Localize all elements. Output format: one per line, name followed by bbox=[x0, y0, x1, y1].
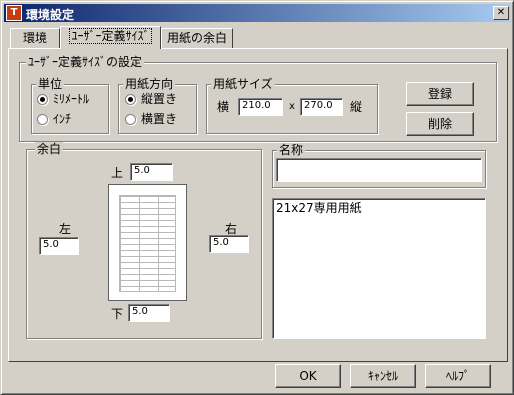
paper-preview-grid bbox=[119, 195, 176, 292]
margin-top-field[interactable]: 5.0 bbox=[130, 163, 173, 181]
group-title: 用紙方向 bbox=[123, 77, 176, 91]
unit-mm-label: ﾐﾘﾒｰﾄﾙ bbox=[53, 92, 90, 106]
names-list[interactable]: 21x27専用用紙 bbox=[272, 198, 486, 339]
close-button[interactable]: ✕ bbox=[493, 6, 509, 20]
settings-dialog: T 環境設定 ✕ 環境 ﾕｰｻﾞｰ定義ｻｲｽﾞ 用紙の余白 ﾕｰｻﾞｰ定義ｻｲｽ… bbox=[0, 0, 514, 395]
ok-button[interactable]: OK bbox=[275, 364, 341, 388]
tab-label: 環境 bbox=[22, 31, 47, 45]
margin-right-field[interactable]: 5.0 bbox=[209, 235, 249, 253]
unit-mm-radio[interactable] bbox=[37, 94, 48, 105]
app-icon: T bbox=[6, 5, 22, 21]
group-title: 名称 bbox=[277, 143, 306, 157]
paper-preview bbox=[108, 184, 187, 301]
paper-size-separator: x bbox=[289, 101, 295, 112]
name-input[interactable] bbox=[276, 158, 482, 182]
paper-width-field[interactable]: 210.0 bbox=[238, 98, 283, 116]
margin-top-label: 上 bbox=[111, 166, 124, 180]
help-button[interactable]: ﾍﾙﾌﾟ bbox=[425, 364, 491, 388]
register-button[interactable]: 登録 bbox=[406, 82, 474, 106]
orientation-portrait-label: 縦置き bbox=[141, 92, 178, 106]
margin-bottom-field[interactable]: 5.0 bbox=[128, 304, 170, 322]
tab-environment[interactable]: 環境 bbox=[10, 28, 60, 48]
group-title: 単位 bbox=[36, 77, 65, 91]
paper-height-field[interactable]: 270.0 bbox=[300, 98, 343, 116]
paper-height-label: 縦 bbox=[350, 100, 363, 114]
tab-paper-margins[interactable]: 用紙の余白 bbox=[161, 28, 233, 48]
paper-width-label: 横 bbox=[217, 100, 230, 114]
margin-bottom-label: 下 bbox=[111, 307, 124, 321]
margin-left-label: 左 bbox=[59, 222, 72, 236]
window-title: 環境設定 bbox=[26, 8, 75, 22]
tab-label: ﾕｰｻﾞｰ定義ｻｲｽﾞ bbox=[69, 28, 152, 44]
margin-right-label: 右 bbox=[225, 222, 238, 236]
margin-left-field[interactable]: 5.0 bbox=[39, 237, 79, 255]
orientation-landscape-radio[interactable] bbox=[125, 114, 136, 125]
tab-label: 用紙の余白 bbox=[166, 31, 227, 45]
orientation-portrait-radio[interactable] bbox=[125, 94, 136, 105]
list-item[interactable]: 21x27専用用紙 bbox=[276, 200, 485, 216]
unit-inch-radio[interactable] bbox=[37, 114, 48, 125]
group-title: ﾕｰｻﾞｰ定義ｻｲｽﾞの設定 bbox=[26, 55, 145, 69]
delete-button[interactable]: 削除 bbox=[406, 112, 474, 136]
tab-user-defined-size[interactable]: ﾕｰｻﾞｰ定義ｻｲｽﾞ bbox=[60, 26, 161, 49]
orientation-landscape-label: 横置き bbox=[141, 112, 178, 126]
title-bar[interactable]: T 環境設定 ✕ bbox=[4, 4, 510, 22]
unit-inch-label: ｲﾝﾁ bbox=[53, 112, 72, 126]
group-title: 用紙サイズ bbox=[211, 77, 275, 91]
group-title: 余白 bbox=[35, 142, 64, 156]
cancel-button[interactable]: ｷｬﾝｾﾙ bbox=[350, 364, 416, 388]
